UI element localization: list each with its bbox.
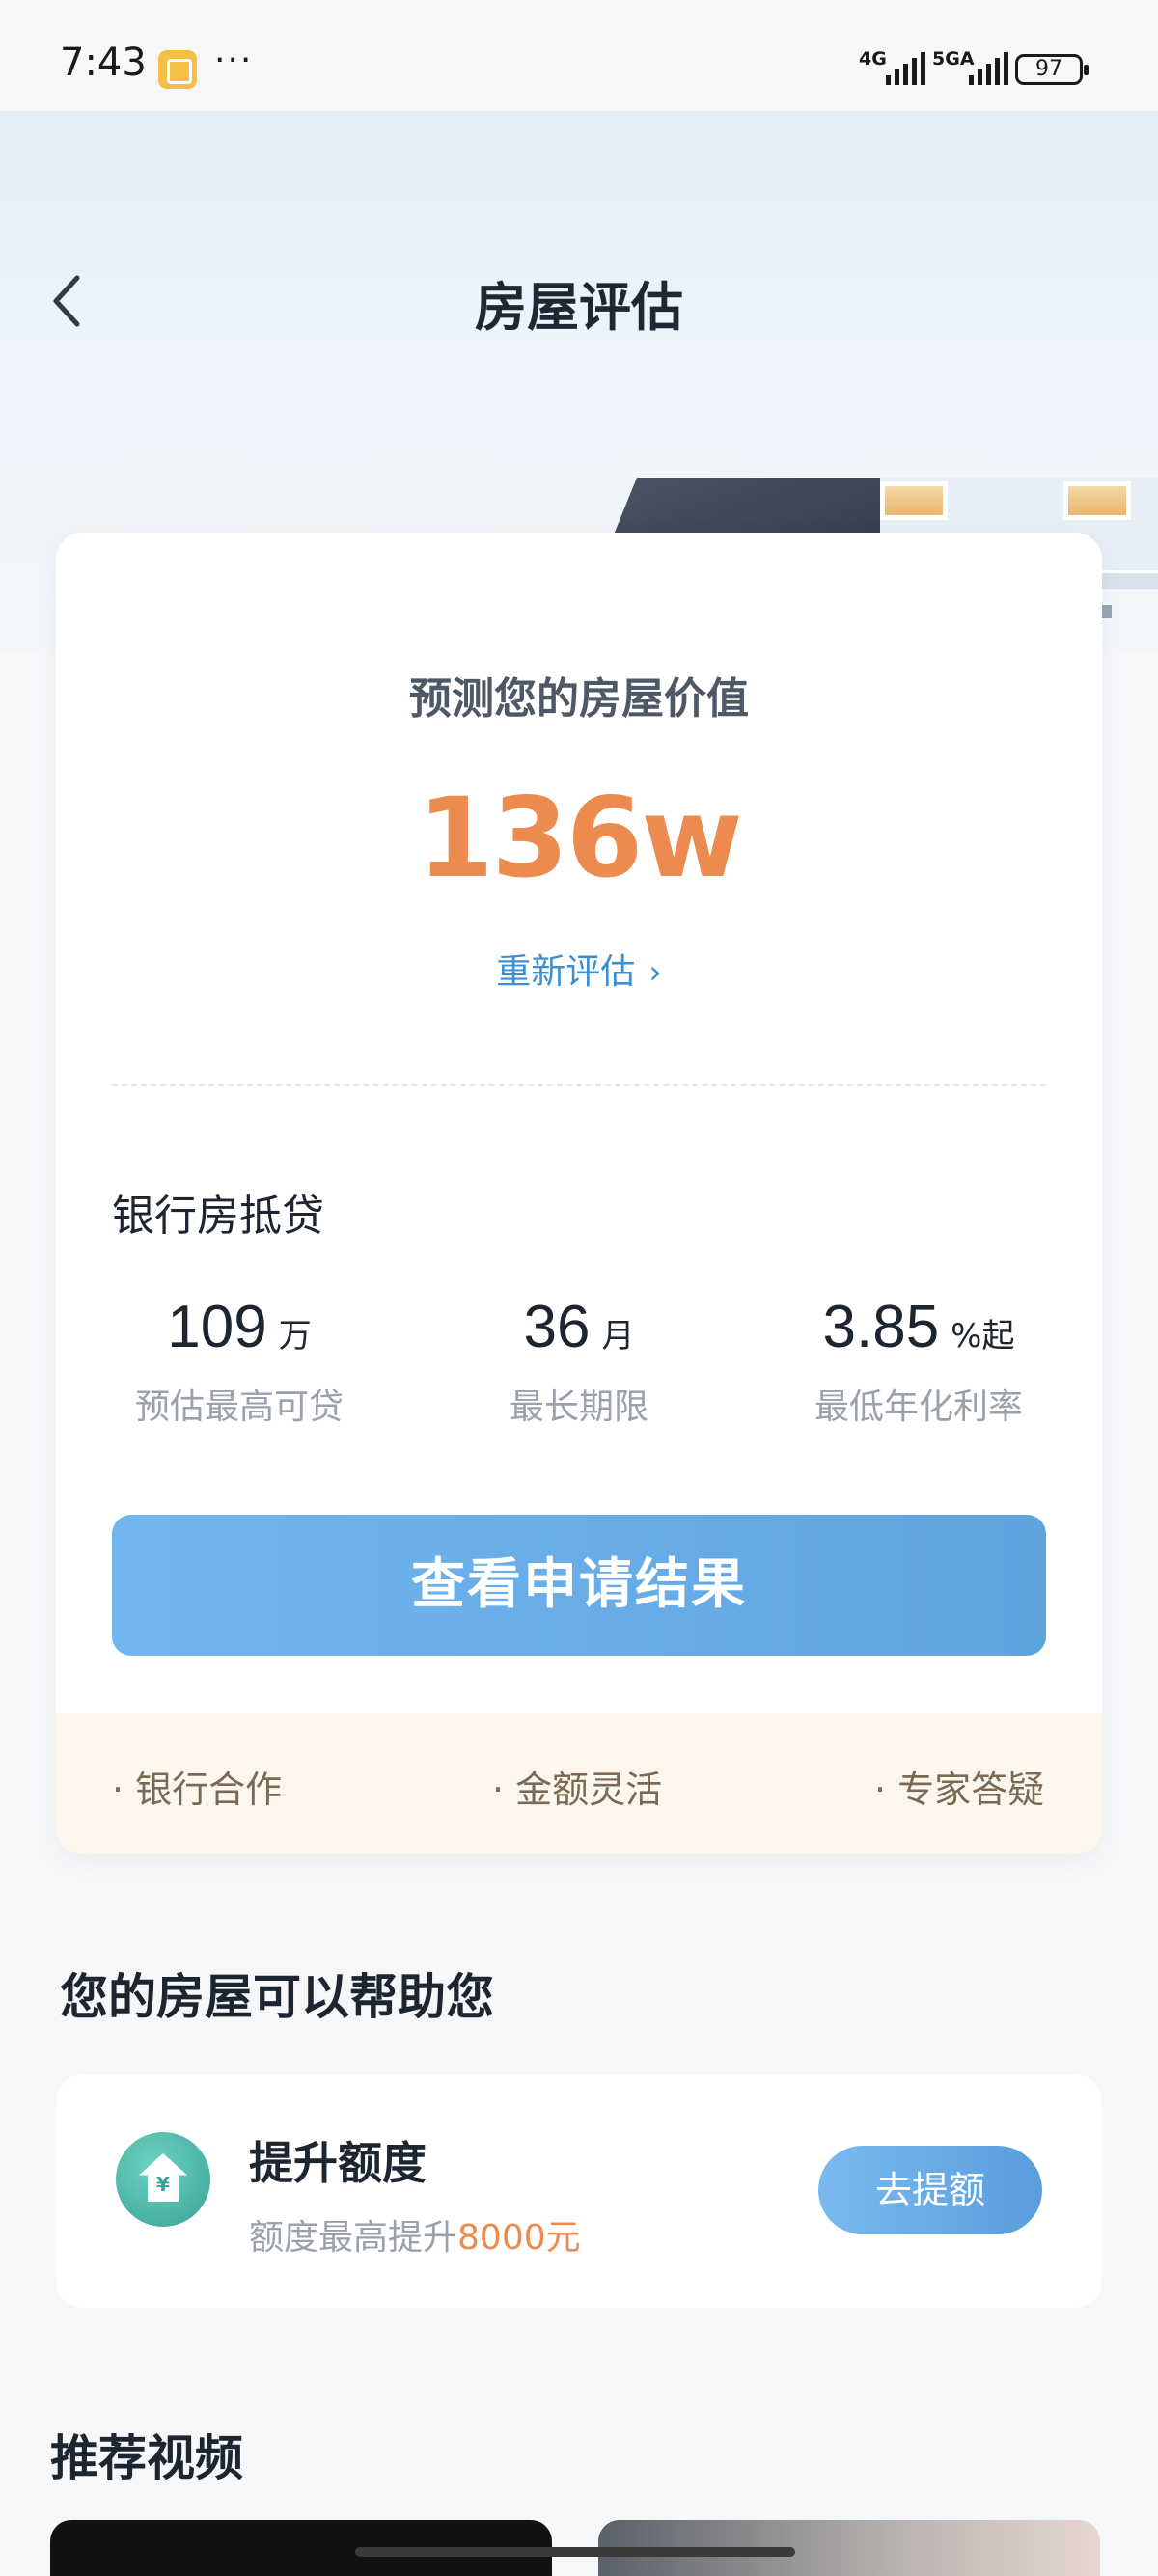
screen: 7:43 ··· 4G 5GA 97 房屋评估 预测您的房屋价值 136w 重新…	[0, 0, 1158, 2576]
feature-bank-cooperation: · 银行合作	[112, 1768, 283, 1811]
yen-glyph: ¥	[156, 2173, 170, 2196]
signal-4g-icon: 4G	[859, 48, 926, 85]
battery-icon: 97	[1015, 54, 1089, 85]
stat-unit: 月	[601, 1317, 635, 1356]
stat-value: 36	[523, 1294, 591, 1360]
feature-expert-qa: · 专家答疑	[874, 1768, 1045, 1811]
stat-label: 最低年化利率	[813, 1387, 1023, 1427]
page-title: 房屋评估	[475, 277, 683, 338]
raise-limit-subtitle: 额度最高提升8000元	[249, 2209, 581, 2260]
stat-label: 最长期限	[509, 1387, 648, 1427]
stat-label: 预估最高可贷	[134, 1387, 344, 1427]
network-type-1: 4G	[859, 48, 887, 69]
raise-limit-button[interactable]: 去提额	[818, 2146, 1042, 2234]
stat-value: 109	[167, 1294, 267, 1360]
status-bar: 7:43 ··· 4G 5GA 97	[0, 0, 1158, 111]
videos-section-title: 推荐视频	[50, 2430, 243, 2486]
chevron-right-icon: ›	[648, 953, 662, 992]
raise-limit-subtitle-prefix: 额度最高提升	[249, 2218, 458, 2258]
raise-limit-amount: 8000元	[457, 2218, 581, 2258]
view-application-result-button[interactable]: 查看申请结果	[112, 1515, 1046, 1656]
reassess-link[interactable]: 重新评估 ›	[56, 944, 1102, 994]
signal-5ga-icon: 5GA	[932, 48, 1009, 85]
stat-max-term: 36 月 最长期限	[415, 1293, 743, 1429]
valuation-value: 136w	[417, 774, 742, 902]
feature-flexible-amount: · 金额灵活	[492, 1768, 663, 1811]
more-notifications-icon: ···	[214, 41, 254, 80]
stat-unit: %起	[951, 1317, 1015, 1356]
status-time: 7:43	[60, 41, 147, 85]
notes-app-icon	[158, 50, 197, 89]
house-yen-icon: ¥	[116, 2132, 210, 2227]
features-bar: · 银行合作 · 金额灵活 · 专家答疑	[56, 1713, 1102, 1854]
loan-title: 银行房抵贷	[112, 1192, 324, 1241]
stat-unit: 万	[278, 1317, 312, 1356]
divider	[112, 1084, 1046, 1086]
stat-value: 3.85	[822, 1294, 940, 1360]
help-section-title: 您的房屋可以帮助您	[60, 1969, 494, 2025]
valuation-label: 预测您的房屋价值	[409, 674, 749, 724]
valuation-card: 预测您的房屋价值 136w 重新评估 › 银行房抵贷 109 万 预估最高可贷 36…	[56, 533, 1102, 1854]
raise-limit-title: 提升额度	[249, 2137, 427, 2189]
raise-limit-card: ¥ 提升额度 额度最高提升8000元 去提额	[56, 2074, 1102, 2308]
home-indicator[interactable]	[355, 2547, 795, 2557]
reassess-label: 重新评估	[496, 952, 636, 992]
network-type-2: 5GA	[932, 48, 975, 69]
stat-min-rate: 3.85 %起 最低年化利率	[755, 1293, 1083, 1429]
stat-max-loan: 109 万 预估最高可贷	[75, 1293, 403, 1429]
